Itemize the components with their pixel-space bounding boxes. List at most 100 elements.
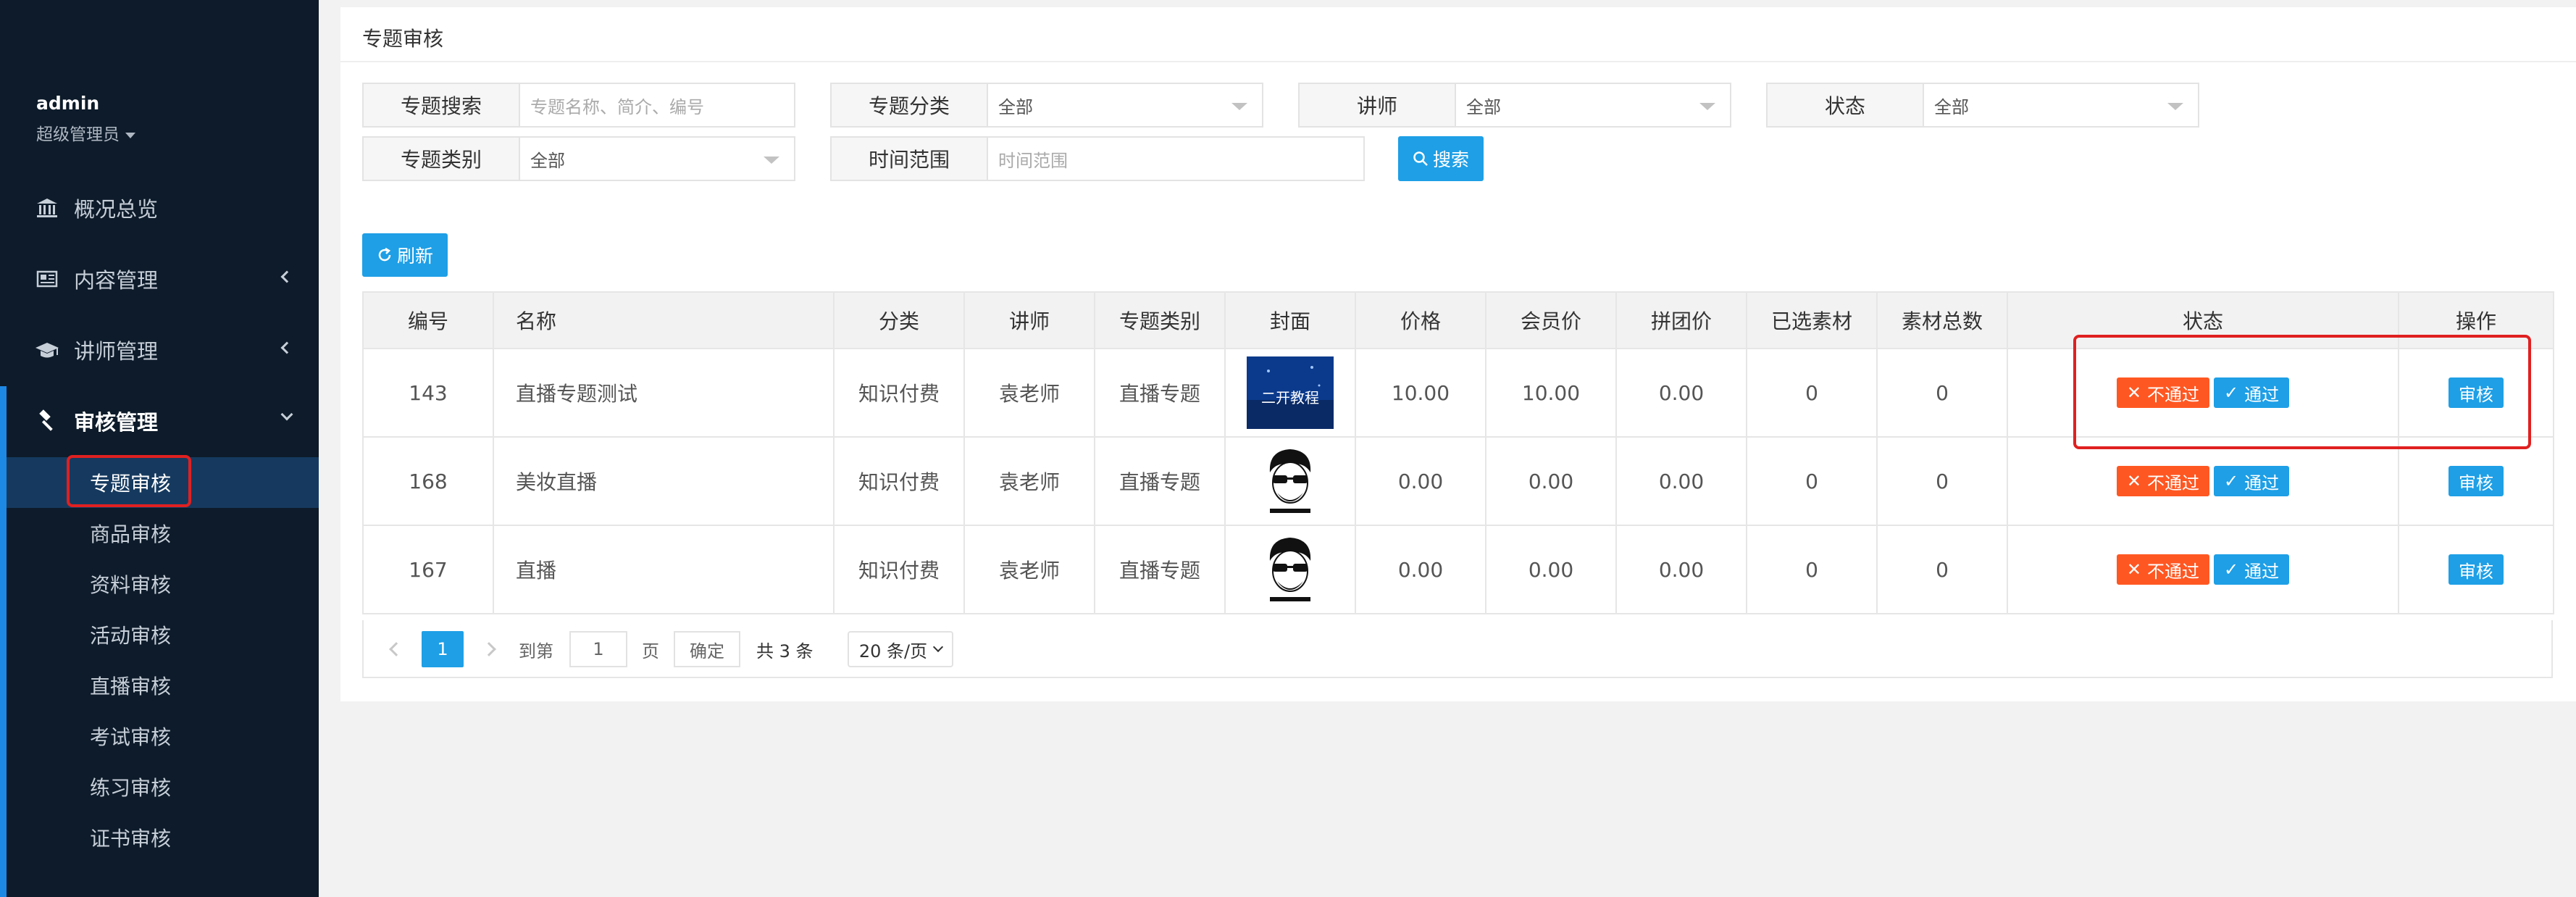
cell-vip-price: 0.00	[1485, 525, 1617, 614]
approve-button[interactable]: ✓ 通过	[2214, 554, 2290, 585]
total-count: 共 3 条	[756, 641, 814, 662]
cell-group-price: 0.00	[1615, 436, 1747, 526]
cell-total: 0	[1876, 348, 2008, 438]
page-title: 专题审核	[362, 27, 444, 51]
cell-total: 0	[1876, 436, 2008, 526]
nav-item-review[interactable]: 审核管理	[0, 396, 319, 446]
cell-vip-price: 0.00	[1485, 436, 1617, 526]
search-button[interactable]: 搜索	[1398, 136, 1484, 181]
col-header-price: 价格	[1355, 291, 1486, 349]
approve-label: 通过	[2244, 472, 2280, 493]
search-icon	[1413, 151, 1428, 166]
sub-item-goods-review[interactable]: 商品审核	[7, 508, 319, 559]
col-header-type: 专题类别	[1094, 291, 1226, 349]
dropdown-arrow-icon	[1699, 103, 1715, 110]
chevron-left-icon	[389, 642, 403, 656]
cell-teacher: 袁老师	[963, 525, 1095, 614]
graduation-cap-icon	[35, 338, 59, 362]
avatar-cover-image[interactable]	[1247, 533, 1334, 606]
goto-confirm-button[interactable]: 确定	[674, 631, 740, 667]
table-row: 167 直播 知识付费 袁老师 直播专题 0.00 0.00 0.00 0 0 …	[362, 525, 2554, 614]
time-range-input[interactable]: 时间范围	[988, 136, 1365, 181]
cell-type: 直播专题	[1094, 525, 1226, 614]
cell-teacher: 袁老师	[963, 436, 1095, 526]
highlight-box-row-actions	[2073, 335, 2531, 449]
cell-id: 168	[362, 436, 494, 526]
goto-label: 到第	[519, 641, 553, 662]
cell-action: 审核	[2398, 525, 2554, 614]
type-select[interactable]: 全部	[520, 136, 795, 181]
nav-label: 审核管理	[74, 410, 159, 435]
cover-title-text: 二开教程	[1261, 389, 1319, 406]
reject-label: 不通过	[2147, 472, 2199, 493]
nav-item-overview[interactable]: 概况总览	[0, 183, 319, 233]
user-role-dropdown[interactable]: 超级管理员	[36, 120, 135, 145]
cell-group-price: 0.00	[1615, 525, 1747, 614]
avatar-cover-image[interactable]	[1247, 445, 1334, 517]
chevron-right-icon	[482, 642, 496, 656]
pagination: 1 到第 1 页 确定 共 3 条 20 条/页	[362, 620, 2553, 678]
page-unit-label: 页	[642, 641, 659, 662]
check-icon: ✓	[2224, 471, 2239, 491]
page-size-select[interactable]: 20 条/页	[848, 631, 953, 667]
review-button[interactable]: 审核	[2449, 554, 2504, 585]
close-icon: ✕	[2126, 559, 2141, 580]
teacher-select[interactable]: 全部	[1456, 83, 1731, 128]
cell-category: 知识付费	[833, 436, 965, 526]
cell-id: 167	[362, 525, 494, 614]
cell-selected: 0	[1746, 525, 1878, 614]
table-row: 168 美妆直播 知识付费 袁老师 直播专题 0.00 0.00 0.00 0 …	[362, 436, 2554, 526]
nav-label: 概况总览	[74, 197, 159, 222]
course-cover-image[interactable]: 二开教程	[1247, 356, 1334, 429]
sub-item-activity-review[interactable]: 活动审核	[7, 609, 319, 660]
user-name: admin	[36, 93, 100, 114]
prev-page-button[interactable]	[385, 631, 407, 667]
dropdown-arrow-icon	[764, 157, 779, 164]
search-input[interactable]: 专题名称、简介、编号	[520, 83, 795, 128]
sub-item-practice-review[interactable]: 练习审核	[7, 762, 319, 812]
col-header-selected: 已选素材	[1746, 291, 1878, 349]
bank-icon	[35, 196, 59, 220]
refresh-button[interactable]: 刷新	[362, 233, 448, 277]
next-page-button[interactable]	[478, 631, 500, 667]
review-button[interactable]: 审核	[2449, 466, 2504, 496]
col-header-vip-price: 会员价	[1485, 291, 1617, 349]
reject-button[interactable]: ✕ 不通过	[2116, 554, 2209, 585]
search-button-label: 搜索	[1432, 149, 1469, 170]
main-panel: 专题审核 专题搜索 专题名称、简介、编号 专题分类 全部 讲师 全部 状态 全部…	[340, 7, 2576, 701]
goto-page-input[interactable]: 1	[569, 631, 627, 667]
title-divider	[340, 61, 2576, 62]
cell-price: 0.00	[1355, 525, 1486, 614]
sub-item-material-review[interactable]: 资料审核	[7, 559, 319, 609]
reject-button[interactable]: ✕ 不通过	[2116, 466, 2209, 496]
cell-price: 0.00	[1355, 436, 1486, 526]
user-role-label: 超级管理员	[36, 125, 120, 144]
teacher-value: 全部	[1466, 96, 1501, 117]
cell-teacher: 袁老师	[963, 348, 1095, 438]
category-select[interactable]: 全部	[988, 83, 1263, 128]
chevron-down-icon	[933, 641, 944, 653]
cell-total: 0	[1876, 525, 2008, 614]
sub-item-exam-review[interactable]: 考试审核	[7, 711, 319, 762]
cell-name: 直播	[493, 525, 835, 614]
cell-vip-price: 10.00	[1485, 348, 1617, 438]
sub-item-live-review[interactable]: 直播审核	[7, 660, 319, 711]
nav-label: 内容管理	[74, 268, 159, 293]
sidebar-accent-bar	[0, 386, 7, 897]
newspaper-icon	[35, 267, 59, 291]
col-header-group-price: 拼团价	[1615, 291, 1747, 349]
page-size-value: 20 条/页	[858, 641, 928, 662]
status-select[interactable]: 全部	[1924, 83, 2199, 128]
nav-item-teacher[interactable]: 讲师管理	[0, 325, 319, 375]
dropdown-arrow-icon	[2167, 103, 2183, 110]
reject-label: 不通过	[2147, 561, 2199, 582]
col-header-total: 素材总数	[1876, 291, 2008, 349]
sub-item-certificate-review[interactable]: 证书审核	[7, 812, 319, 863]
gavel-icon	[35, 409, 59, 433]
cell-price: 10.00	[1355, 348, 1486, 438]
chevron-left-icon	[280, 341, 293, 354]
col-header-category: 分类	[833, 291, 965, 349]
page-number-current[interactable]: 1	[422, 631, 464, 667]
nav-item-content[interactable]: 内容管理	[0, 254, 319, 304]
approve-button[interactable]: ✓ 通过	[2214, 466, 2290, 496]
